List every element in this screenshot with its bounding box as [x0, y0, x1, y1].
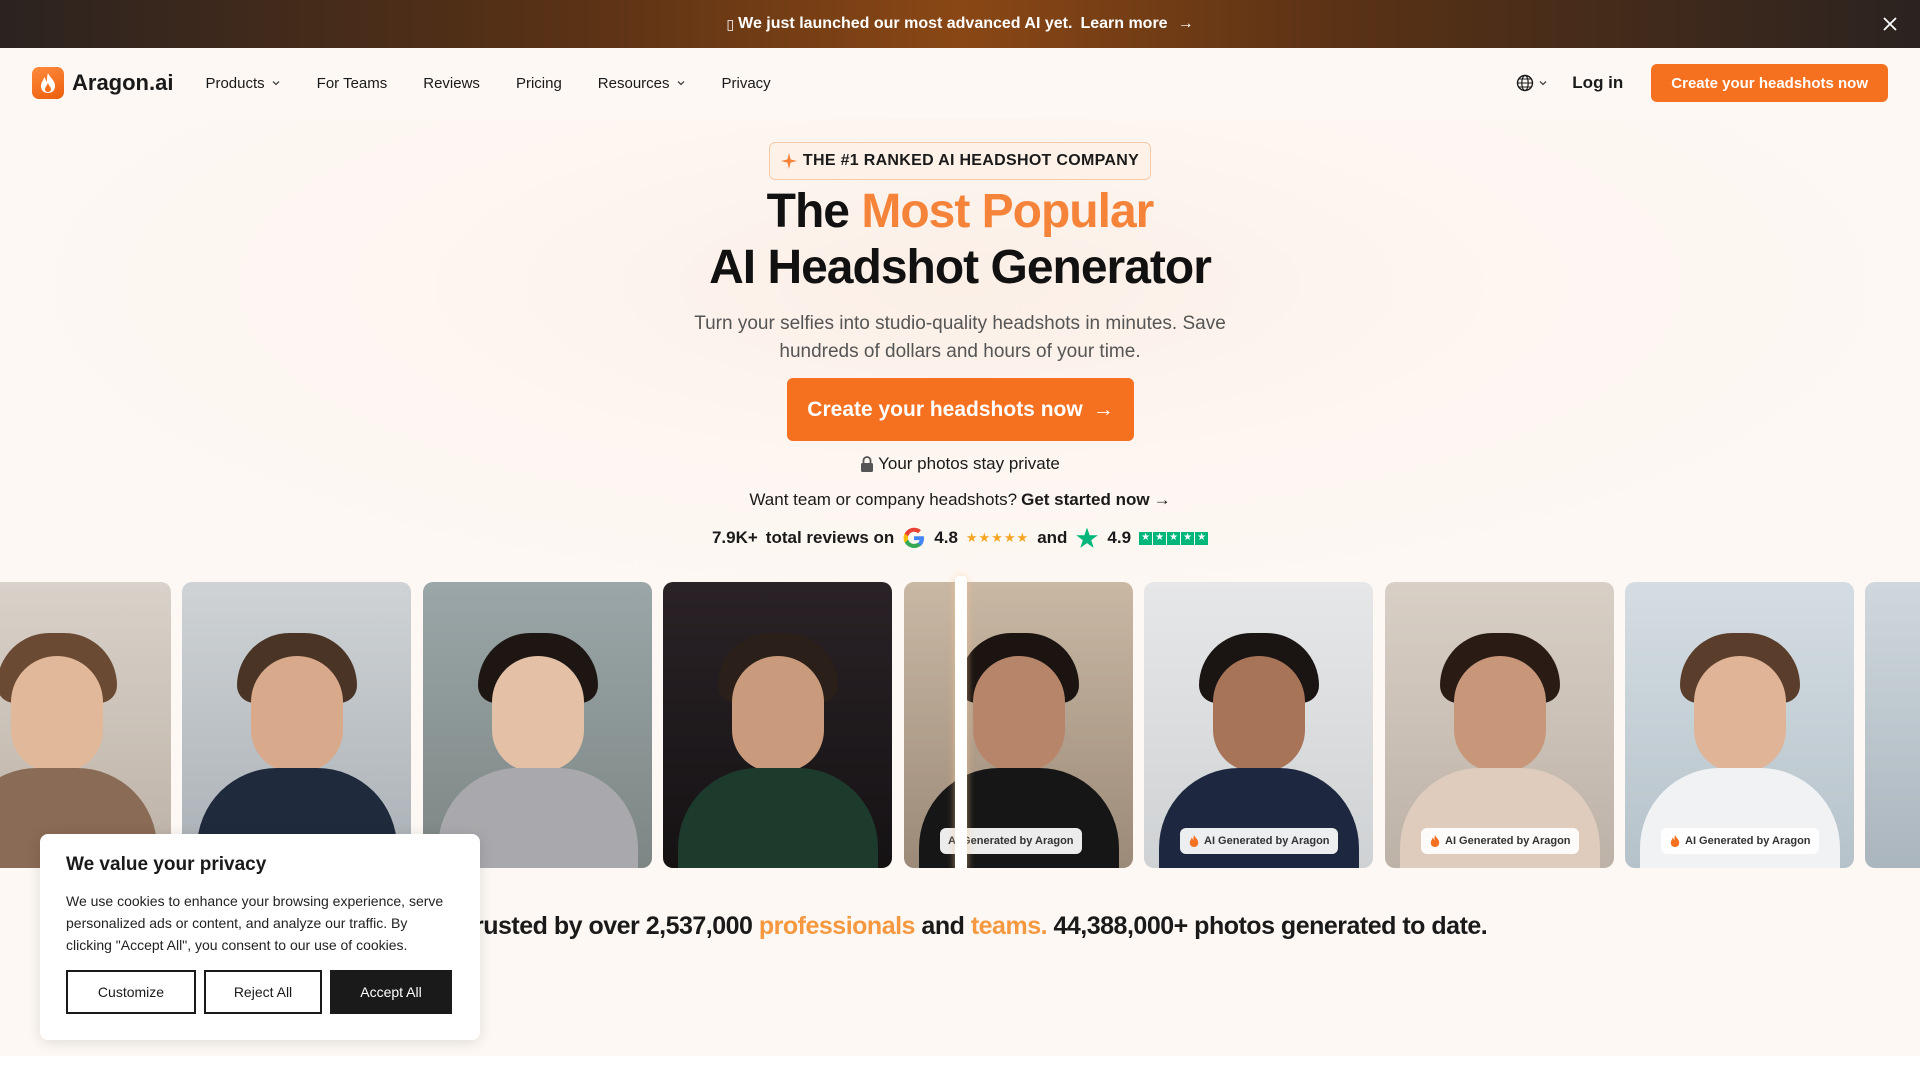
logo[interactable]: Aragon.ai — [32, 67, 173, 99]
chevron-down-icon — [272, 81, 280, 86]
trustpilot-star-icon: ★ — [1181, 531, 1195, 545]
trusted-line: rusted by over 2,537,000 professionals a… — [474, 912, 1674, 941]
headline-prefix: The — [766, 185, 850, 238]
trusted-and: and — [921, 912, 965, 940]
ai-generated-badge: AI Generated by Aragon — [1421, 828, 1579, 854]
flame-icon — [32, 67, 64, 99]
hero-subhead: Turn your selfies into studio-quality he… — [694, 313, 1226, 362]
get-started-link[interactable]: Get started now — [1021, 490, 1149, 510]
trustpilot-star-icon: ★ — [1153, 531, 1167, 545]
hero-cta-label: Create your headshots now — [807, 397, 1083, 421]
nav-item-pricing[interactable]: Pricing — [516, 75, 562, 92]
google-icon — [903, 527, 925, 548]
ai-badge-label: AI Generated by Aragon — [1445, 835, 1571, 847]
nav-item-label: Pricing — [515, 74, 562, 92]
bottom-strip — [0, 1056, 1920, 1080]
cookie-reject-button[interactable]: Reject All — [204, 970, 322, 1014]
flame-icon — [1189, 835, 1199, 847]
trustpilot-star-icon: ★ — [1167, 531, 1181, 545]
nav-item-for-teams[interactable]: For Teams — [317, 75, 388, 92]
login-link[interactable]: Log in — [1572, 73, 1623, 93]
generated-headshot — [1865, 582, 1920, 868]
hero-headline: The Most Popular AI Headshot Generator — [0, 184, 1920, 296]
google-rating: 4.8 — [934, 528, 958, 547]
nav-item-label: Reviews — [423, 74, 480, 92]
cookie-body: We use cookies to enhance your browsing … — [66, 893, 444, 953]
nav-item-label: Products — [205, 74, 265, 92]
cookie-buttons: Customize Reject All Accept All — [66, 970, 454, 1014]
reviews-count: 7.9K+ — [711, 528, 758, 547]
trustpilot-icon — [1076, 527, 1099, 548]
cookie-customize-button[interactable]: Customize — [66, 970, 196, 1014]
chevron-down-icon — [677, 81, 684, 86]
arrow-right-icon: → — [1177, 15, 1194, 32]
cookie-accept-button[interactable]: Accept All — [330, 970, 452, 1014]
nav-item-resources[interactable]: Resources — [598, 75, 686, 92]
trustpilot-rating: 4.9 — [1107, 528, 1132, 547]
flame-icon — [1430, 835, 1440, 847]
headline-line2: AI Headshot Generator — [709, 241, 1212, 294]
announcement-learn-more-link[interactable]: Learn more — [1080, 15, 1167, 33]
language-selector[interactable] — [1516, 74, 1548, 92]
ai-badge-label: AI Generated by Aragon — [1685, 835, 1811, 847]
lock-icon — [861, 456, 874, 472]
flame-icon — [1670, 835, 1680, 847]
nav-item-label: Privacy — [721, 74, 771, 92]
arrow-right-icon: → — [1092, 397, 1114, 421]
nav-item-privacy[interactable]: Privacy — [722, 75, 771, 92]
trusted-prefix: rusted by over 2,537,000 — [474, 912, 753, 940]
teams-prefix: Want team or company headshots? — [749, 490, 1018, 509]
nav-create-headshots-button[interactable]: Create your headshots now — [1651, 64, 1888, 102]
reviews-and: and — [1037, 528, 1068, 547]
headline-accent: Most Popular — [861, 185, 1154, 238]
arrow-right-icon: → — [1153, 490, 1171, 509]
reviews-label: total reviews on — [765, 528, 895, 547]
trustpilot-stars: ★ ★ ★ ★ ★ — [1139, 531, 1209, 545]
top-nav: Aragon.ai Products For Teams Reviews Pri… — [0, 48, 1920, 118]
nav-menu: Products For Teams Reviews Pricing Resou… — [205, 75, 770, 92]
reviews-line: 7.9K+ total reviews on 4.8 ★★★★★ and 4.9… — [0, 526, 1920, 550]
nav-item-products[interactable]: Products — [205, 75, 280, 92]
announcement-text: We just launched our most advanced AI ye… — [738, 15, 1073, 32]
teams-line: Want team or company headshots? Get star… — [0, 490, 1920, 510]
generated-headshot: AI Generated by Aragon — [1385, 582, 1614, 868]
selfie-photo — [663, 582, 892, 868]
ai-generated-badge: AI Generated by Aragon — [1661, 828, 1819, 854]
ranked-badge-text: THE #1 RANKED AI HEADSHOT COMPANY — [802, 152, 1140, 169]
privacy-note: Your photos stay private — [0, 454, 1920, 474]
cookie-banner: We value your privacy We use cookies to … — [40, 834, 480, 1040]
announcement-content[interactable]: ▯ We just launched our most advanced AI … — [726, 15, 1193, 33]
generated-headshot: AI Generated by Aragon — [904, 582, 1133, 868]
trusted-suffix: 44,388,000+ photos generated to date. — [1053, 912, 1488, 940]
ai-badge-label: AI Generated by Aragon — [1204, 835, 1330, 847]
nav-item-reviews[interactable]: Reviews — [423, 75, 480, 92]
selfie-photo — [182, 582, 411, 868]
nav-item-label: For Teams — [316, 74, 388, 92]
hero-create-headshots-button[interactable]: Create your headshots now → — [787, 378, 1134, 441]
ai-generated-badge: AI Generated by Aragon — [1180, 828, 1338, 854]
nav-right: Log in Create your headshots now — [1516, 64, 1888, 102]
privacy-note-text: Your photos stay private — [878, 454, 1060, 473]
before-after-divider[interactable] — [955, 576, 967, 872]
trustpilot-star-icon: ★ — [1195, 531, 1209, 545]
logo-text: Aragon.ai — [72, 70, 174, 95]
nav-item-label: Resources — [597, 74, 670, 92]
trusted-professionals: professionals — [758, 912, 916, 940]
trustpilot-star-icon: ★ — [1139, 531, 1153, 545]
globe-icon — [1517, 74, 1534, 92]
ranked-badge: THE #1 RANKED AI HEADSHOT COMPANY — [769, 142, 1151, 180]
selfie-photo — [423, 582, 652, 868]
announcement-bar: ▯ We just launched our most advanced AI … — [0, 0, 1920, 48]
selfie-photo — [0, 582, 171, 868]
cookie-title: We value your privacy — [66, 854, 267, 875]
google-stars: ★★★★★ — [965, 530, 1030, 545]
sparkle-icon — [780, 153, 797, 169]
chevron-down-icon — [1539, 81, 1547, 86]
generated-headshot: AI Generated by Aragon — [1625, 582, 1854, 868]
announcement-icon: ▯ — [726, 15, 735, 32]
generated-headshot: AI Generated by Aragon — [1144, 582, 1373, 868]
trusted-teams: teams. — [970, 912, 1048, 940]
close-icon[interactable] — [1876, 10, 1904, 38]
